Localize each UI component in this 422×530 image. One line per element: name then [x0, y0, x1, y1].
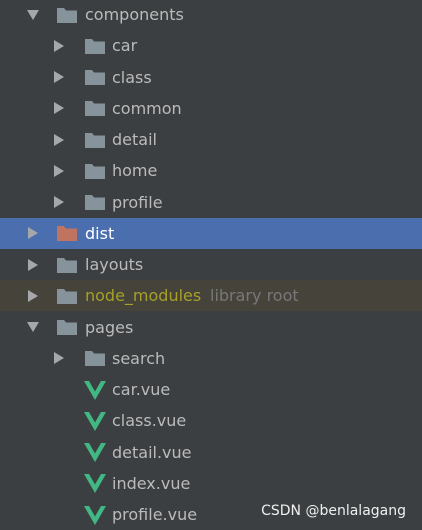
tree-item-label: class.vue [112, 411, 187, 431]
chevron-right-icon[interactable] [26, 226, 40, 240]
chevron-right-icon[interactable] [52, 101, 66, 115]
folder-icon [84, 37, 106, 55]
tree-row-car[interactable]: car [0, 30, 422, 61]
tree-row-common[interactable]: common [0, 93, 422, 124]
tree-item-label: car.vue [112, 380, 171, 399]
tree-item-label: index.vue [112, 473, 191, 493]
tree-item-label: pages [85, 317, 134, 337]
chevron-right-icon[interactable] [52, 133, 66, 147]
tree-row-node-modules[interactable]: node_modules library root [0, 280, 422, 312]
chevron-right-icon[interactable] [52, 39, 66, 53]
chevron-right-icon[interactable] [52, 195, 66, 209]
tree-row-detail[interactable]: detail [0, 124, 422, 155]
tree-row-components[interactable]: components [0, 0, 422, 30]
tree-row-dist[interactable]: dist [0, 217, 422, 249]
vue-icon [84, 411, 106, 431]
folder-icon [84, 131, 106, 149]
tree-row-pages[interactable]: pages [0, 312, 422, 343]
folder-icon [84, 99, 106, 117]
tree-row-layouts[interactable]: layouts [0, 249, 422, 280]
library-root-label: library root [210, 286, 299, 306]
tree-item-label: detail [112, 130, 157, 149]
chevron-down-icon[interactable] [26, 320, 40, 334]
chevron-right-icon[interactable] [52, 351, 66, 365]
watermark: CSDN @benlalagang [261, 503, 406, 519]
tree-item-label: profile.vue [112, 505, 198, 524]
tree-row-class[interactable]: class [0, 62, 422, 93]
chevron-right-icon[interactable] [26, 258, 40, 272]
tree-row-detail-vue[interactable]: detail.vue [0, 437, 422, 468]
folder-icon [84, 162, 106, 180]
folder-icon [84, 349, 106, 367]
folder-icon [84, 193, 106, 211]
vue-icon [84, 505, 106, 525]
tree-row-car-vue[interactable]: car.vue [0, 374, 422, 405]
folder-icon [56, 6, 78, 24]
tree-item-label: components [85, 5, 184, 24]
tree-row-class-vue[interactable]: class.vue [0, 405, 422, 436]
chevron-right-icon[interactable] [52, 70, 66, 84]
folder-icon [56, 318, 78, 336]
tree-item-label: common [112, 98, 182, 118]
tree-item-label: profile [112, 192, 163, 212]
tree-row-search[interactable]: search [0, 343, 422, 374]
tree-item-label: car [112, 36, 138, 56]
tree-item-label: search [112, 348, 166, 368]
chevron-down-icon[interactable] [26, 8, 40, 22]
vue-icon [84, 442, 106, 462]
chevron-right-icon[interactable] [52, 164, 66, 178]
tree-row-profile[interactable]: profile [0, 187, 422, 218]
tree-row-home[interactable]: home [0, 155, 422, 186]
tree-item-label: layouts [85, 255, 144, 274]
vue-icon [84, 473, 106, 494]
folder-icon [56, 256, 78, 274]
folder-icon [56, 224, 78, 242]
tree-item-label: detail.vue [112, 442, 192, 462]
tree-item-label: class [112, 67, 152, 87]
folder-icon [56, 287, 78, 305]
folder-icon [84, 68, 106, 86]
chevron-right-icon[interactable] [26, 289, 40, 303]
tree-item-label: home [112, 161, 158, 181]
tree-item-label: node_modules [85, 286, 202, 306]
tree-row-index-vue[interactable]: index.vue [0, 468, 422, 499]
vue-icon [84, 380, 106, 400]
tree-item-label: dist [85, 223, 115, 243]
